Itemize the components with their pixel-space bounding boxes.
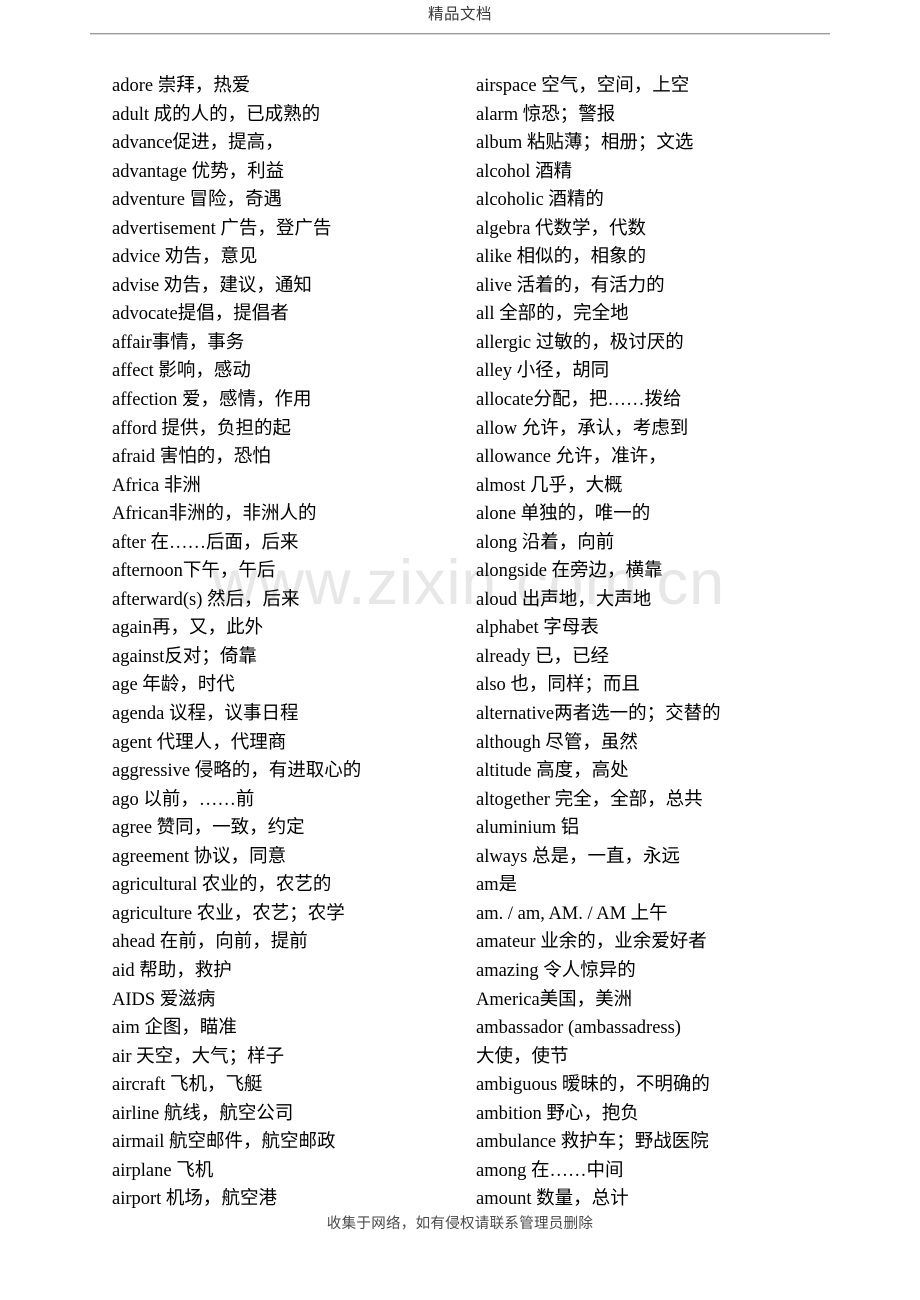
vocabulary-entry: algebra 代数学，代数 xyxy=(476,218,647,239)
vocabulary-entry: also 也，同样；而且 xyxy=(476,675,640,696)
vocabulary-entry: advance促进，提高， xyxy=(112,133,284,154)
vocabulary-entry: alternative两者选一的；交替的 xyxy=(476,704,721,725)
vocabulary-entry: agriculture 农业，农艺；农学 xyxy=(112,903,345,924)
vocabulary-entry: along 沿着，向前 xyxy=(476,532,615,553)
vocabulary-entry: album 粘贴薄；相册；文选 xyxy=(476,133,694,154)
vocabulary-entry: agricultural 农业的，农艺的 xyxy=(112,875,332,896)
vocabulary-entry: afternoon下午，午后 xyxy=(112,561,276,582)
page-footer: 收集于网络，如有侵权请联系管理员删除 xyxy=(90,1212,830,1236)
vocabulary-entry: allow 允许，承认，考虑到 xyxy=(476,418,689,439)
vocabulary-entry: aggressive 侵略的，有进取心的 xyxy=(112,761,362,782)
vocabulary-entry: agree 赞同，一致，约定 xyxy=(112,818,305,839)
vocabulary-entry: advantage 优势，利益 xyxy=(112,161,285,182)
vocabulary-column-left: adore 崇拜，热爱 adult 成的人的，已成熟的 advance促进，提高， a… xyxy=(112,72,462,1214)
vocabulary-entry: ahead 在前，向前，提前 xyxy=(112,932,308,953)
vocabulary-entry: agreement 协议，同意 xyxy=(112,846,287,867)
vocabulary-entry: adore 崇拜，热爱 xyxy=(112,76,251,96)
vocabulary-entry: affair事情，事务 xyxy=(112,332,245,353)
vocabulary-entry: AIDS 爱滋病 xyxy=(112,989,216,1010)
document-page: 精品文档 www.zixin.com.cn adore 崇拜，热爱 adult 成… xyxy=(0,0,920,1300)
vocabulary-entry: already 已，已经 xyxy=(476,646,610,667)
vocabulary-entry: agenda 议程，议事日程 xyxy=(112,704,299,725)
vocabulary-entry: allergic 过敏的，极讨厌的 xyxy=(476,332,684,353)
vocabulary-columns: adore 崇拜，热爱 adult 成的人的，已成熟的 advance促进，提高， a… xyxy=(0,72,920,1212)
vocabulary-entry: airplane 飞机 xyxy=(112,1160,214,1181)
header-divider xyxy=(90,33,830,35)
vocabulary-entry: alphabet 字母表 xyxy=(476,618,599,639)
vocabulary-entry: all 全部的，完全地 xyxy=(476,304,629,325)
vocabulary-entry: airmail 航空邮件，航空邮政 xyxy=(112,1132,336,1153)
vocabulary-entry: alcohol 酒精 xyxy=(476,161,573,182)
vocabulary-column-right: airspace 空气，空间，上空 alarm 惊恐；警报 album 粘贴薄；相册… xyxy=(476,72,846,1214)
vocabulary-entry: ambition 野心，抱负 xyxy=(476,1103,639,1124)
vocabulary-entry: afford 提供，负担的起 xyxy=(112,418,291,439)
vocabulary-entry: aluminium 铝 xyxy=(476,818,580,839)
vocabulary-entry: against反对；倚靠 xyxy=(112,646,257,667)
vocabulary-entry: alarm 惊恐；警报 xyxy=(476,104,616,125)
vocabulary-entry: alcoholic 酒精的 xyxy=(476,190,604,211)
vocabulary-entry: airport 机场，航空港 xyxy=(112,1189,277,1210)
vocabulary-entry: among 在……中间 xyxy=(476,1160,624,1181)
vocabulary-entry: Africa 非洲 xyxy=(112,475,201,496)
vocabulary-entry: ambulance 救护车；野战医院 xyxy=(476,1132,709,1153)
vocabulary-entry: amazing 令人惊异的 xyxy=(476,960,636,981)
vocabulary-entry: after 在……后面，后来 xyxy=(112,532,299,553)
vocabulary-entry: America美国，美洲 xyxy=(476,989,633,1010)
vocabulary-entry: age 年龄，时代 xyxy=(112,675,235,696)
vocabulary-entry: afterward(s) 然后，后来 xyxy=(112,589,300,610)
vocabulary-entry: ago 以前，……前 xyxy=(112,789,255,810)
vocabulary-entry: almost 几乎，大概 xyxy=(476,475,623,496)
vocabulary-entry: agent 代理人，代理商 xyxy=(112,732,287,753)
vocabulary-entry: airspace 空气，空间，上空 xyxy=(476,76,690,96)
vocabulary-entry: aim 企图，瞄准 xyxy=(112,1018,237,1039)
vocabulary-entry: 大使，使节 xyxy=(476,1046,569,1067)
vocabulary-entry: advise 劝告，建议，通知 xyxy=(112,275,312,296)
vocabulary-entry: alongside 在旁边，横靠 xyxy=(476,561,663,582)
vocabulary-entry: allowance 允许，准许， xyxy=(476,447,667,468)
vocabulary-entry: advice 劝告，意见 xyxy=(112,247,258,268)
vocabulary-entry: affect 影响，感动 xyxy=(112,361,251,382)
vocabulary-entry: air 天空，大气；样子 xyxy=(112,1046,285,1067)
vocabulary-entry: adventure 冒险，奇遇 xyxy=(112,190,283,211)
vocabulary-entry: alike 相似的，相象的 xyxy=(476,247,647,268)
vocabulary-entry: aloud 出声地，大声地 xyxy=(476,589,652,610)
vocabulary-entry: altogether 完全，全部，总共 xyxy=(476,789,703,810)
vocabulary-entry: adult 成的人的，已成熟的 xyxy=(112,104,321,125)
vocabulary-entry: aid 帮助，救护 xyxy=(112,960,232,981)
footer-text: 收集于网络，如有侵权请联系管理员删除 xyxy=(326,1216,594,1232)
vocabulary-entry: again再，又，此外 xyxy=(112,618,264,639)
vocabulary-entry: airline 航线，航空公司 xyxy=(112,1103,294,1124)
vocabulary-entry: amateur 业余的，业余爱好者 xyxy=(476,932,707,953)
vocabulary-entry: aircraft 飞机，飞艇 xyxy=(112,1075,263,1096)
vocabulary-entry: altitude 高度，高处 xyxy=(476,761,629,782)
vocabulary-entry: ambiguous 暧昧的，不明确的 xyxy=(476,1075,710,1096)
vocabulary-entry: alive 活着的，有活力的 xyxy=(476,275,665,296)
vocabulary-entry: African非洲的，非洲人的 xyxy=(112,504,317,525)
vocabulary-entry: am. / am, AM. / AM 上午 xyxy=(476,903,668,924)
vocabulary-entry: although 尽管，虽然 xyxy=(476,732,638,753)
vocabulary-entry: am是 xyxy=(476,875,518,896)
vocabulary-entry: affection 爱，感情，作用 xyxy=(112,390,312,411)
vocabulary-entry: allocate分配，把……拨给 xyxy=(476,390,682,411)
vocabulary-entry: alley 小径，胡同 xyxy=(476,361,610,382)
vocabulary-entry: alone 单独的，唯一的 xyxy=(476,504,651,525)
vocabulary-entry: advertisement 广告，登广告 xyxy=(112,218,332,239)
vocabulary-entry: afraid 害怕的，恐怕 xyxy=(112,447,271,468)
header-title: 精品文档 xyxy=(427,6,492,23)
vocabulary-entry: ambassador (ambassadress) xyxy=(476,1018,681,1039)
vocabulary-entry: advocate提倡，提倡者 xyxy=(112,304,289,325)
vocabulary-entry: amount 数量，总计 xyxy=(476,1189,629,1210)
vocabulary-entry: always 总是，一直，永远 xyxy=(476,846,680,867)
